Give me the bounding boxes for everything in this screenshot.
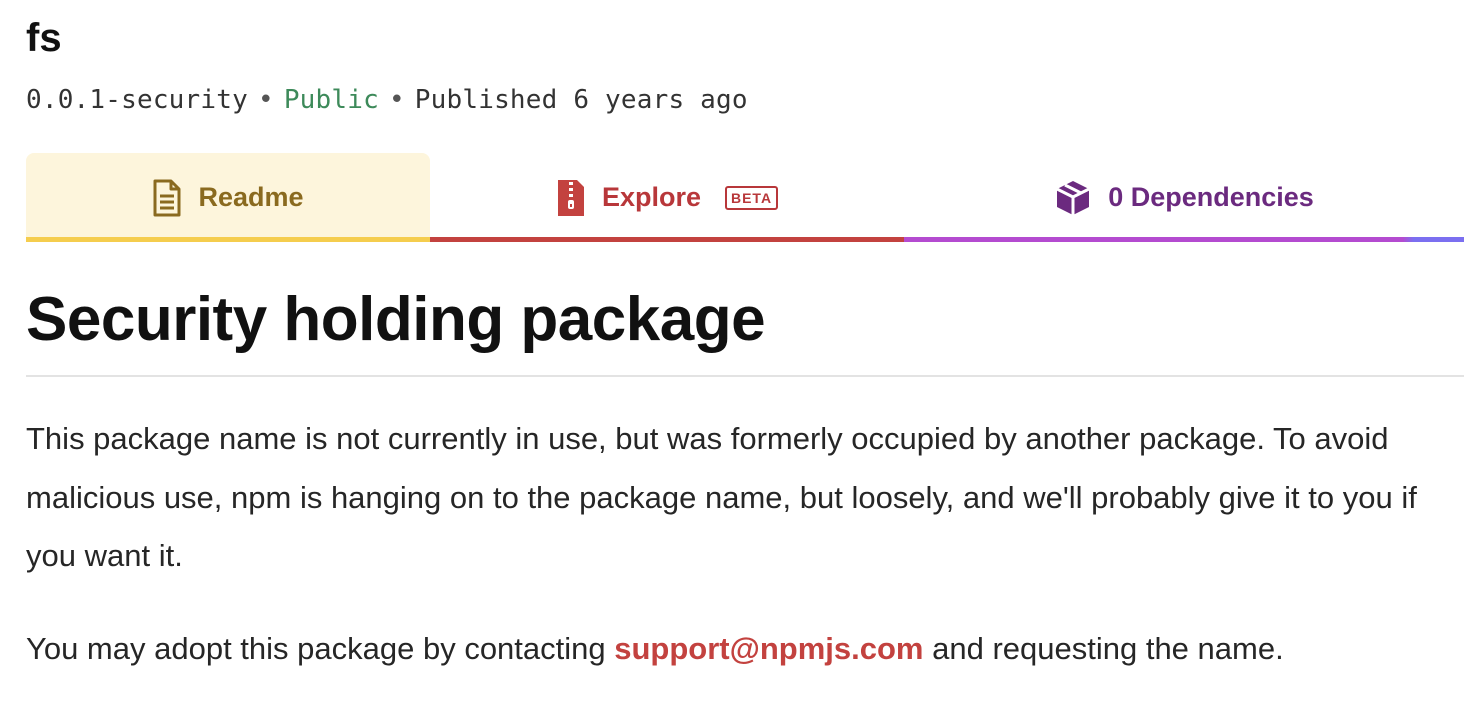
package-meta: 0.0.1-security • Public • Published 6 years … [26, 84, 748, 116]
package-tabs: Readme Explore BETA 0 Dependencies [26, 153, 1464, 242]
readme-title: Security holding package [26, 285, 766, 354]
tab-readme[interactable]: Readme [26, 153, 430, 242]
paragraph-2-text-after: and requesting the name. [923, 631, 1284, 666]
meta-separator: • [257, 85, 274, 115]
package-published: Published 6 years ago [414, 85, 748, 115]
tab-dependencies[interactable]: 0 Dependencies [904, 153, 1464, 242]
tab-readme-label: Readme [198, 182, 304, 212]
readme-document-icon [152, 179, 182, 217]
meta-separator: • [388, 85, 405, 115]
tab-explore-label: Explore [601, 182, 701, 212]
tab-explore[interactable]: Explore BETA [430, 153, 904, 242]
title-divider [26, 375, 1464, 377]
box-icon [1054, 179, 1092, 217]
package-name: fs [26, 16, 62, 60]
paragraph-2-text-before: You may adopt this package by contacting [26, 631, 615, 666]
readme-paragraph-2: You may adopt this package by contacting… [26, 620, 1446, 679]
support-email-link[interactable]: support@npmjs.com [614, 631, 923, 666]
tab-dependencies-label: 0 Dependencies [1108, 182, 1314, 212]
zip-file-icon [556, 178, 586, 218]
readme-paragraph-1: This package name is not currently in us… [26, 421, 1417, 573]
package-version: 0.0.1-security [26, 85, 248, 115]
package-visibility: Public [283, 85, 379, 115]
beta-badge: BETA [724, 185, 779, 210]
